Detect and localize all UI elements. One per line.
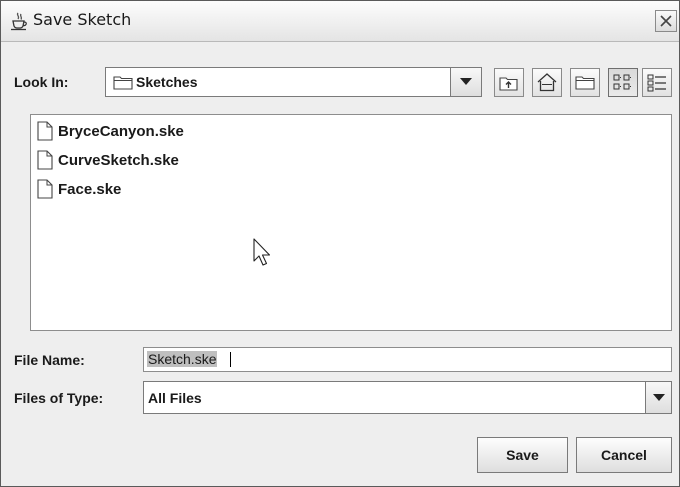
window-title: Save Sketch [33,10,132,29]
close-icon [660,15,672,27]
title-bar[interactable]: Save Sketch [1,1,679,42]
files-of-type-combo[interactable]: All Files [143,381,672,414]
list-view-button[interactable] [608,68,638,97]
text-caret [230,352,231,367]
look-in-combo[interactable]: Sketches [105,67,482,97]
file-name-label: Face.ske [58,181,122,198]
look-in-dropdown-button[interactable] [450,68,481,96]
files-of-type-label: Files of Type: [14,390,104,406]
home-icon [537,73,557,92]
file-list[interactable]: BryceCanyon.ske CurveSketch.ske Face.ske [30,114,672,331]
files-of-type-dropdown-button[interactable] [645,382,671,413]
close-button[interactable] [655,10,677,32]
folder-icon [113,74,133,94]
list-view-icon [613,74,632,90]
file-name-label: File Name: [14,352,85,368]
mouse-pointer-icon [253,238,273,272]
up-one-level-icon [499,77,518,91]
look-in-value: Sketches [136,74,198,90]
java-cup-icon [9,11,29,31]
home-button[interactable] [532,68,562,97]
files-of-type-value: All Files [148,390,202,406]
file-name-label: CurveSketch.ske [58,152,179,169]
chevron-down-icon [460,78,472,85]
chevron-down-icon [652,393,665,401]
file-icon [37,179,53,199]
file-icon [37,150,53,170]
save-button[interactable]: Save [477,437,568,473]
file-name-value: Sketch.ske [147,351,218,367]
file-icon [37,121,53,141]
file-name-label: BryceCanyon.ske [58,123,184,140]
new-folder-icon [575,76,595,90]
new-folder-button[interactable] [570,68,600,97]
file-name-field[interactable]: Sketch.ske [143,347,672,372]
details-view-icon [647,74,666,92]
save-sketch-dialog: Save Sketch Look In: Sketches BryceCanyo… [0,0,680,487]
up-one-level-button[interactable] [494,68,524,97]
look-in-label: Look In: [14,74,69,90]
cancel-button[interactable]: Cancel [576,437,672,473]
details-view-button[interactable] [642,68,672,97]
